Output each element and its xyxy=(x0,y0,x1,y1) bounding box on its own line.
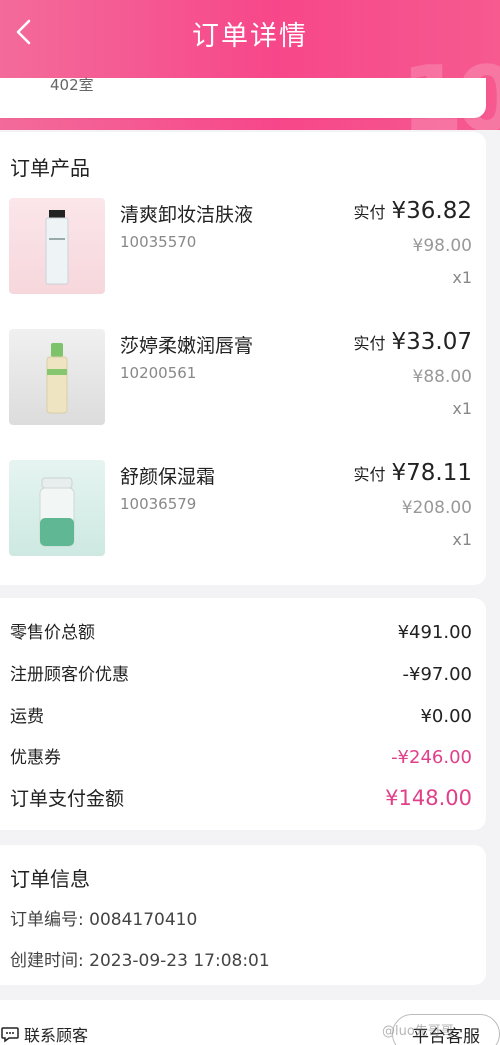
product-code: 10035570 xyxy=(120,233,197,251)
product-name: 清爽卸妆洁肤液 xyxy=(120,204,254,226)
address-card: 402室 xyxy=(0,76,486,118)
product-code: 10200561 xyxy=(120,364,197,382)
order-number-row: 订单编号: 0084170410 xyxy=(10,905,197,930)
address-text: 402室 xyxy=(50,76,94,94)
created-time-value: 2023-09-23 17:08:01 xyxy=(89,951,270,971)
summary-shipping-row: 运费 ¥0.00 xyxy=(10,702,472,727)
order-number-label: 订单编号: xyxy=(10,910,84,930)
summary-total-row: 订单支付金额 ¥148.00 xyxy=(10,784,472,811)
products-section-title: 订单产品 xyxy=(10,156,90,180)
product-original-price: ¥208.00 xyxy=(401,498,472,518)
retail-label: 零售价总额 xyxy=(10,623,95,643)
page-title: 订单详情 xyxy=(192,21,308,52)
product-image xyxy=(9,460,105,556)
product-item[interactable]: 清爽卸妆洁肤液 10035570 实付 ¥36.82 ¥98.00 x1 xyxy=(0,198,486,308)
product-name: 舒颜保湿霜 xyxy=(120,466,216,488)
summary-retail-row: 零售价总额 ¥491.00 xyxy=(10,618,472,643)
member-discount-value: -¥97.00 xyxy=(402,664,472,685)
total-value: ¥148.00 xyxy=(385,786,472,810)
order-info-title: 订单信息 xyxy=(10,867,90,891)
coupon-value: -¥246.00 xyxy=(391,747,472,768)
summary-coupon-row: 优惠券 -¥246.00 xyxy=(10,743,472,768)
product-quantity: x1 xyxy=(452,399,472,418)
created-time-label: 创建时间: xyxy=(10,951,84,971)
product-paid: 实付 ¥36.82 xyxy=(354,198,473,224)
paid-amount: ¥78.11 xyxy=(391,460,472,486)
summary-member-row: 注册顾客价优惠 -¥97.00 xyxy=(10,660,472,685)
product-code: 10036579 xyxy=(120,495,197,513)
product-paid: 实付 ¥78.11 xyxy=(354,460,473,486)
shipping-value: ¥0.00 xyxy=(420,706,472,727)
coupon-label: 优惠券 xyxy=(10,748,61,768)
order-info-card: 订单信息 订单编号: 0084170410 创建时间: 2023-09-23 1… xyxy=(0,845,486,985)
product-item[interactable]: 莎婷柔嫩润唇膏 10200561 实付 ¥33.07 ¥88.00 x1 xyxy=(0,329,486,439)
paid-label: 实付 xyxy=(353,465,386,484)
product-quantity: x1 xyxy=(452,530,472,549)
product-paid: 实付 ¥33.07 xyxy=(354,329,473,355)
chat-bubble-icon xyxy=(1,1027,19,1043)
order-number-value[interactable]: 0084170410 xyxy=(89,910,197,930)
price-summary-card: 零售价总额 ¥491.00 注册顾客价优惠 -¥97.00 运费 ¥0.00 优… xyxy=(0,598,486,830)
product-item[interactable]: 舒颜保湿霜 10036579 实付 ¥78.11 ¥208.00 x1 xyxy=(0,460,486,570)
paid-label: 实付 xyxy=(353,334,386,353)
contact-customer-button[interactable]: 联系顾客 xyxy=(0,1022,88,1045)
contact-customer-label: 联系顾客 xyxy=(24,1026,89,1045)
bottom-action-bar: 联系顾客 平台客服 xyxy=(0,1000,500,1045)
paid-amount: ¥33.07 xyxy=(391,329,472,355)
total-label: 订单支付金额 xyxy=(10,788,125,810)
retail-value: ¥491.00 xyxy=(397,622,472,643)
products-card: 订单产品 清爽卸妆洁肤液 10035570 实付 ¥36.82 ¥98.00 x1… xyxy=(0,132,486,585)
product-quantity: x1 xyxy=(452,268,472,287)
member-discount-label: 注册顾客价优惠 xyxy=(10,665,129,685)
product-image xyxy=(9,329,105,425)
created-time-row: 创建时间: 2023-09-23 17:08:01 xyxy=(10,946,270,971)
product-original-price: ¥98.00 xyxy=(412,236,472,256)
platform-service-button[interactable]: 平台客服 xyxy=(392,1014,500,1045)
paid-label: 实付 xyxy=(353,203,386,222)
paid-amount: ¥36.82 xyxy=(391,198,472,224)
product-name: 莎婷柔嫩润唇膏 xyxy=(120,335,254,357)
product-image xyxy=(9,198,105,294)
product-original-price: ¥88.00 xyxy=(412,367,472,387)
shipping-label: 运费 xyxy=(10,707,44,727)
